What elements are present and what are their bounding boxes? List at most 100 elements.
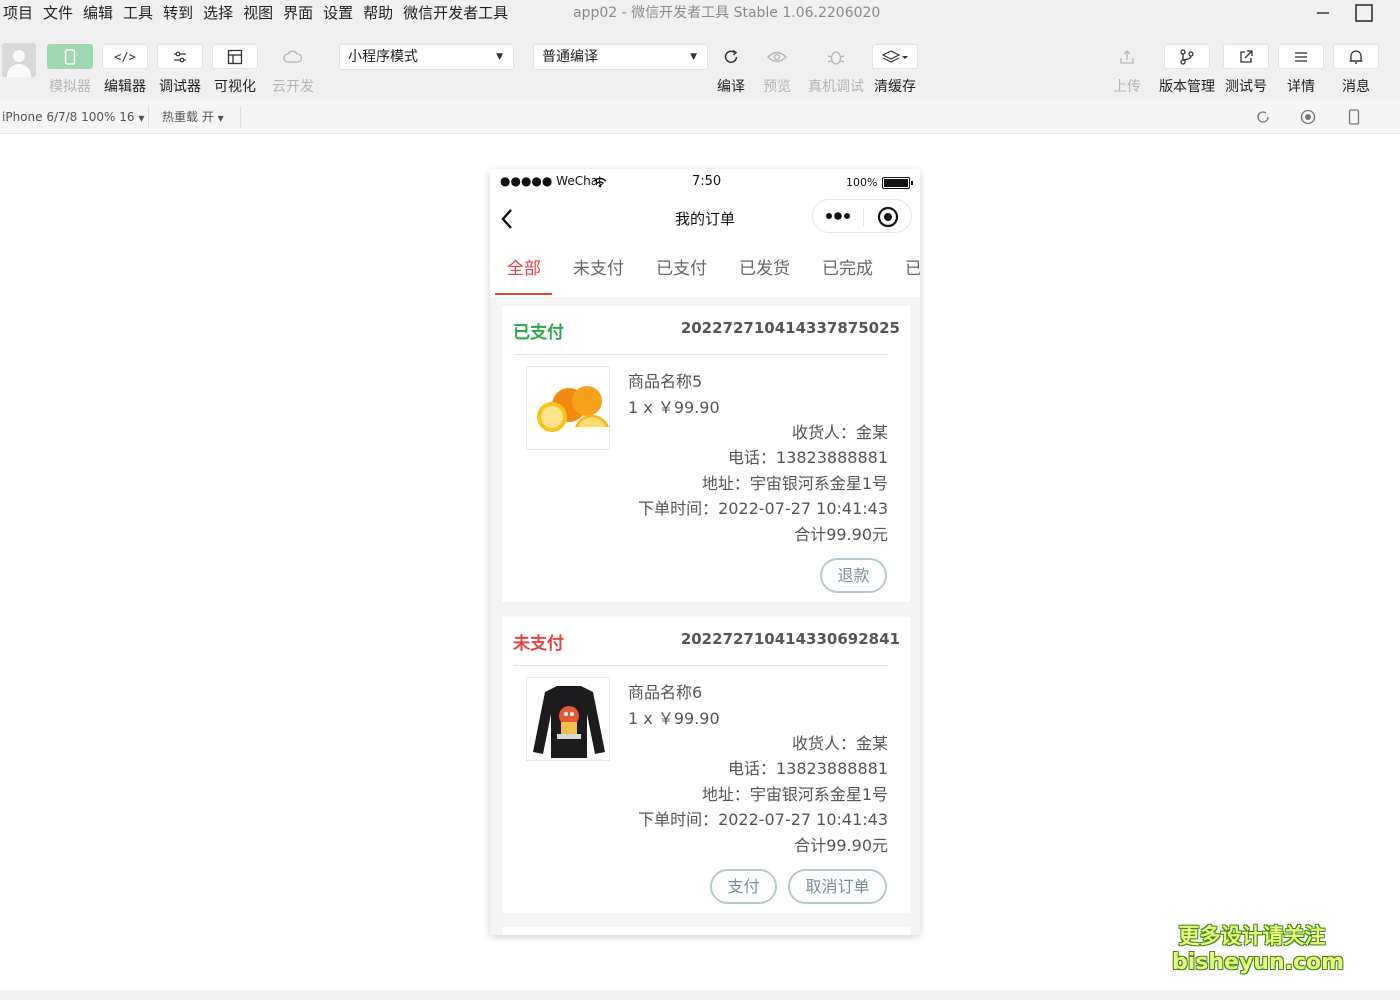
receiver-text: 收货人：金某 (791, 734, 888, 753)
visual-button[interactable] (212, 44, 258, 69)
watermark: 更多设计请关注 bisheyun.com (1172, 922, 1345, 976)
toolbar: 模拟器 </> 编辑器 调试器 可视化 云开发 小程序模式 ▼ 普通编译 ▼ 编… (0, 26, 1400, 100)
menu-settings[interactable]: 设置 (318, 0, 358, 26)
cancel-order-button[interactable]: 取消订单 (788, 869, 887, 904)
watermark-line1: 更多设计请关注 (1178, 924, 1326, 948)
simulator-label: 模拟器 (49, 79, 91, 95)
phone-text: 电话：13823888881 (728, 759, 888, 778)
product-image[interactable] (526, 366, 610, 450)
order-time-text: 下单时间：2022-07-27 10:41:43 (638, 810, 888, 829)
version-button[interactable] (1164, 44, 1210, 69)
compile-select-value: 普通编译 (542, 49, 598, 65)
test-account-button[interactable] (1223, 44, 1269, 69)
tab-shipped[interactable]: 已发货 (739, 243, 790, 297)
battery-text: 100% (846, 176, 878, 189)
menu-view[interactable]: 视图 (238, 0, 278, 26)
menu-interface[interactable]: 界面 (278, 0, 318, 26)
preview-button[interactable] (754, 44, 800, 69)
menu-select[interactable]: 选择 (198, 0, 238, 26)
bug-icon (827, 50, 845, 65)
device-debug-button[interactable] (813, 44, 859, 69)
watermark-line2: bisheyun.com (1172, 950, 1345, 975)
upload-button[interactable] (1104, 44, 1150, 69)
order-card: 未支付 202272710414330692841 商品名称6 1 x ￥99.… (502, 617, 910, 913)
clock-text: 7:50 (692, 174, 722, 189)
chevron-down-icon: ▼ (217, 114, 224, 123)
upload-label: 上传 (1113, 79, 1141, 95)
status-bar (0, 990, 1400, 1000)
test-account-label: 测试号 (1225, 79, 1267, 95)
phone-icon[interactable] (1345, 108, 1363, 126)
menu-devtools[interactable]: 微信开发者工具 (398, 0, 513, 26)
order-number: 202272710414337875025 (680, 319, 900, 337)
product-image[interactable] (526, 677, 610, 761)
cloud-label: 云开发 (272, 79, 314, 95)
tab-completed[interactable]: 已完成 (822, 243, 873, 297)
battery-icon (882, 177, 913, 189)
branch-icon (1180, 48, 1194, 65)
debugger-label: 调试器 (159, 79, 201, 95)
active-tab-indicator (495, 293, 552, 295)
compile-select[interactable]: 普通编译 ▼ (533, 44, 708, 70)
menu-icon (1295, 51, 1307, 62)
upload-icon (1120, 49, 1134, 64)
clear-cache-label: 清缓存 (874, 79, 916, 95)
carrier-text: ●●●●● WeChat (500, 174, 603, 188)
refund-button[interactable]: 退款 (820, 558, 887, 593)
tab-unpaid[interactable]: 未支付 (573, 243, 624, 297)
debugger-icon (174, 51, 186, 62)
cloud-button[interactable] (270, 44, 316, 69)
bell-icon (1349, 49, 1363, 64)
pay-button[interactable]: 支付 (710, 869, 777, 904)
avatar[interactable] (2, 43, 36, 77)
rotate-icon[interactable] (1254, 108, 1272, 126)
debugger-button[interactable] (157, 44, 203, 69)
order-total-text: 合计99.90元 (794, 836, 888, 855)
mode-select[interactable]: 小程序模式 ▼ (339, 44, 514, 70)
version-label: 版本管理 (1159, 79, 1215, 95)
tab-all[interactable]: 全部 (507, 243, 541, 297)
code-icon: </> (114, 49, 136, 64)
order-status: 已支付 (513, 323, 564, 343)
messages-label: 消息 (1342, 79, 1370, 95)
tab-paid[interactable]: 已支付 (656, 243, 707, 297)
cloud-icon (283, 50, 303, 63)
preview-label: 预览 (763, 79, 791, 95)
order-tabs: 全部 未支付 已支付 已发货 已完成 已 (490, 243, 920, 297)
editor-label: 编辑器 (104, 79, 146, 95)
order-number: 202272710414330692841 (680, 630, 900, 648)
simulator-button[interactable] (47, 44, 93, 69)
minimize-icon[interactable] (1308, 0, 1338, 26)
menu-project[interactable]: 项目 (0, 0, 38, 26)
maximize-icon[interactable] (1349, 0, 1379, 26)
record-icon[interactable] (1299, 108, 1317, 126)
visual-label: 可视化 (214, 79, 256, 95)
shirt-image (533, 686, 605, 758)
menu-file[interactable]: 文件 (38, 0, 78, 26)
divider (148, 106, 149, 128)
menu-help[interactable]: 帮助 (358, 0, 398, 26)
capsule-menu (812, 199, 912, 233)
clear-cache-button[interactable] (872, 44, 918, 69)
capsule-divider (863, 208, 864, 226)
compile-button[interactable] (708, 44, 754, 69)
mode-select-value: 小程序模式 (348, 49, 418, 65)
more-dots-icon[interactable] (825, 211, 853, 221)
menu-edit[interactable]: 编辑 (78, 0, 118, 26)
menu-goto[interactable]: 转到 (158, 0, 198, 26)
layers-icon (882, 49, 908, 63)
details-button[interactable] (1278, 44, 1324, 69)
menu-tools[interactable]: 工具 (118, 0, 158, 26)
phone-text: 电话：13823888881 (728, 448, 888, 467)
device-select-value: iPhone 6/7/8 100% 16 (2, 110, 135, 124)
details-label: 详情 (1287, 79, 1315, 95)
phone-nav-bar: 我的订单 (490, 195, 920, 243)
device-select[interactable]: iPhone 6/7/8 100% 16 ▼ (2, 100, 145, 134)
tab-more[interactable]: 已 (905, 243, 920, 297)
chevron-down-icon: ▼ (690, 52, 697, 62)
hot-reload-toggle[interactable]: 热重载 开 ▼ (162, 100, 224, 134)
editor-button[interactable]: </> (102, 44, 148, 69)
messages-button[interactable] (1333, 44, 1379, 69)
close-target-icon[interactable] (877, 206, 899, 228)
hot-reload-value: 热重载 开 (162, 110, 214, 124)
